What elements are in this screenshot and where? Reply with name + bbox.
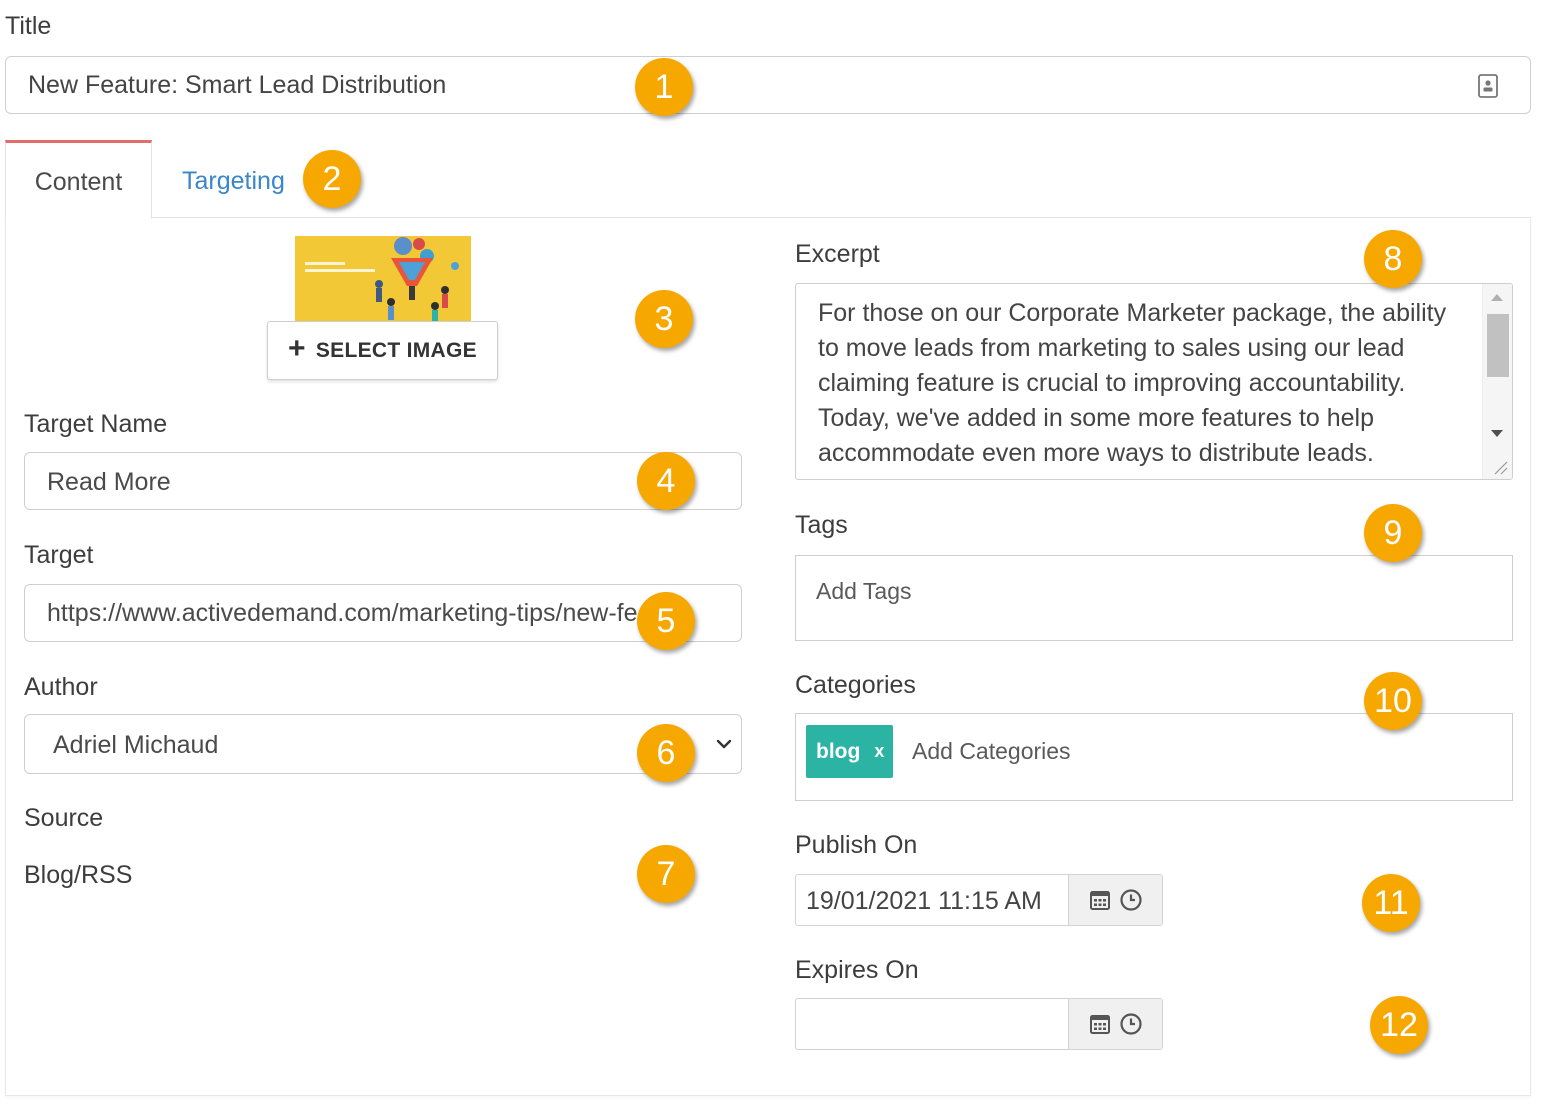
excerpt-label: Excerpt bbox=[795, 240, 880, 268]
excerpt-textarea[interactable]: For those on our Corporate Marketer pack… bbox=[795, 283, 1513, 480]
target-label: Target bbox=[24, 541, 94, 569]
annotation-badge-7: 7 bbox=[637, 845, 695, 903]
author-value: Adriel Michaud bbox=[53, 731, 219, 759]
author-select[interactable]: Adriel Michaud bbox=[24, 714, 742, 774]
target-name-label: Target Name bbox=[24, 410, 168, 438]
publish-on-input[interactable]: 19/01/2021 11:15 AM bbox=[796, 875, 1068, 925]
expires-on-label: Expires On bbox=[795, 956, 919, 984]
contact-card-icon[interactable] bbox=[1478, 74, 1498, 98]
clock-icon[interactable] bbox=[1119, 888, 1143, 912]
title-value: New Feature: Smart Lead Distribution bbox=[28, 71, 447, 99]
target-url-input[interactable]: https://www.activedemand.com/marketing-t… bbox=[24, 584, 742, 642]
annotation-badge-1: 1 bbox=[635, 58, 693, 116]
annotation-badge-5: 5 bbox=[637, 592, 695, 650]
select-image-label: SELECT IMAGE bbox=[315, 338, 477, 362]
select-image-button[interactable]: + SELECT IMAGE bbox=[267, 321, 498, 380]
chevron-down-icon bbox=[716, 739, 732, 749]
scroll-thumb[interactable] bbox=[1487, 314, 1509, 377]
plus-icon: + bbox=[288, 332, 306, 365]
calendar-icon[interactable] bbox=[1089, 889, 1111, 911]
target-name-value: Read More bbox=[47, 468, 171, 496]
tags-input[interactable]: Add Tags bbox=[795, 555, 1513, 641]
tab-targeting[interactable]: Targeting bbox=[182, 143, 285, 221]
clock-icon[interactable] bbox=[1119, 1012, 1143, 1036]
excerpt-scrollbar[interactable] bbox=[1482, 284, 1512, 479]
category-chip: blog x bbox=[806, 725, 893, 778]
excerpt-text: For those on our Corporate Marketer pack… bbox=[818, 299, 1447, 467]
scroll-up-icon[interactable] bbox=[1491, 294, 1503, 301]
target-url-value: https://www.activedemand.com/marketing-t… bbox=[47, 599, 681, 627]
target-name-input[interactable]: Read More bbox=[24, 452, 742, 510]
category-chip-label: blog bbox=[816, 739, 861, 763]
expires-on-input[interactable] bbox=[796, 999, 1068, 1049]
resize-grip-icon[interactable] bbox=[1492, 459, 1508, 475]
annotation-badge-2: 2 bbox=[303, 150, 361, 208]
remove-category-icon[interactable]: x bbox=[874, 741, 884, 762]
annotation-badge-11: 11 bbox=[1362, 874, 1420, 932]
annotation-badge-9: 9 bbox=[1364, 504, 1422, 562]
source-value: Blog/RSS bbox=[24, 861, 133, 889]
calendar-icon[interactable] bbox=[1089, 1013, 1111, 1035]
publish-on-addon[interactable] bbox=[1068, 875, 1162, 925]
categories-label: Categories bbox=[795, 671, 916, 699]
annotation-badge-12: 12 bbox=[1370, 996, 1428, 1054]
scroll-down-icon[interactable] bbox=[1491, 430, 1503, 437]
publish-on-label: Publish On bbox=[795, 831, 918, 859]
tags-placeholder: Add Tags bbox=[816, 578, 912, 604]
source-label: Source bbox=[24, 804, 104, 832]
categories-placeholder: Add Categories bbox=[912, 738, 1071, 764]
annotation-badge-4: 4 bbox=[637, 452, 695, 510]
title-input[interactable]: New Feature: Smart Lead Distribution bbox=[5, 56, 1531, 114]
annotation-badge-3: 3 bbox=[635, 290, 693, 348]
title-label: Title bbox=[5, 12, 52, 40]
tab-content[interactable]: Content bbox=[5, 140, 152, 219]
annotation-badge-10: 10 bbox=[1364, 672, 1422, 730]
expires-on-picker bbox=[795, 998, 1163, 1050]
author-label: Author bbox=[24, 673, 98, 701]
expires-on-addon[interactable] bbox=[1068, 999, 1162, 1049]
annotation-badge-6: 6 bbox=[637, 724, 695, 782]
publish-on-picker: 19/01/2021 11:15 AM bbox=[795, 874, 1163, 926]
tags-label: Tags bbox=[795, 511, 848, 539]
featured-image-thumbnail bbox=[295, 236, 471, 322]
funnel-illustration-icon bbox=[295, 236, 471, 322]
annotation-badge-8: 8 bbox=[1364, 230, 1422, 288]
